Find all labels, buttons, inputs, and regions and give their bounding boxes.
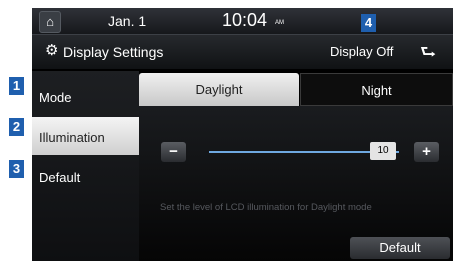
illumination-panel: − 10 + Set the level of LCD illumination… (139, 106, 453, 261)
sidebar-item-default[interactable]: Default (32, 157, 139, 195)
illumination-hint: Set the level of LCD illumination for Da… (160, 202, 372, 213)
display-screen: ⌂ Jan. 1 10:04 AM ⚙ Display Settings Dis… (32, 8, 453, 261)
sidebar-item-illumination[interactable]: Illumination (32, 117, 139, 155)
decrease-button[interactable]: − (161, 142, 186, 162)
page-title: Display Settings (63, 44, 164, 60)
display-off-button[interactable]: Display Off (330, 44, 393, 59)
title-bar: ⚙ Display Settings Display Off ⮑ (32, 35, 453, 69)
callout-badge-4: 4 (361, 14, 376, 32)
status-ampm: AM (275, 20, 284, 26)
increase-button[interactable]: + (414, 142, 439, 162)
tab-daylight[interactable]: Daylight (139, 73, 299, 106)
status-bar: ⌂ Jan. 1 10:04 AM (32, 8, 453, 35)
callout-badge-1: 1 (9, 77, 24, 95)
home-icon: ⌂ (46, 14, 54, 29)
sidebar: Mode Illumination Default (32, 71, 139, 261)
illumination-slider-value[interactable]: 10 (370, 142, 396, 160)
gear-icon: ⚙ (45, 42, 59, 59)
sidebar-item-label: Default (39, 170, 81, 185)
status-time: 10:04 (222, 10, 268, 30)
sidebar-item-label: Mode (39, 90, 72, 105)
sidebar-item-label: Illumination (39, 130, 105, 145)
tab-night[interactable]: Night (300, 73, 453, 106)
callout-badge-3: 3 (9, 160, 24, 178)
sidebar-item-mode[interactable]: Mode (32, 77, 139, 115)
back-arrow-icon[interactable]: ⮑ (420, 40, 436, 70)
callout-badge-2: 2 (9, 118, 24, 136)
status-date: Jan. 1 (108, 13, 147, 29)
default-button[interactable]: Default (350, 237, 450, 259)
home-button[interactable]: ⌂ (39, 11, 61, 33)
